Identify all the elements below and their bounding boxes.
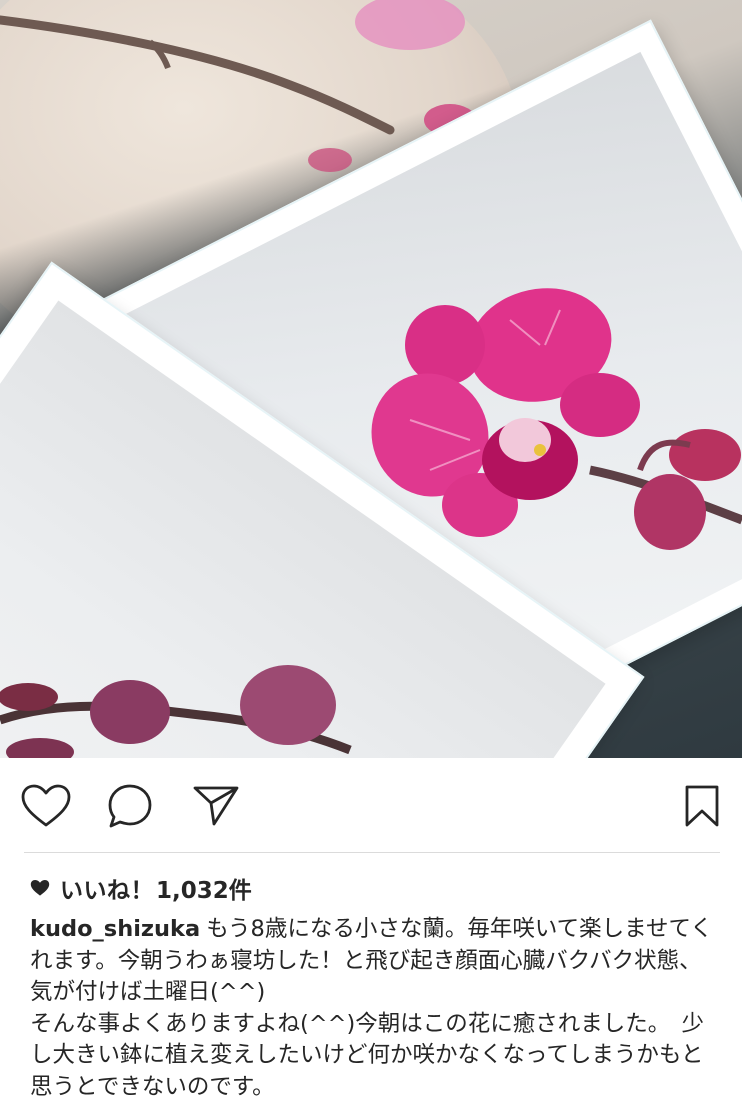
paper-plane-icon[interactable] — [190, 782, 242, 830]
post-photo[interactable] — [0, 0, 742, 758]
bookmark-icon[interactable] — [676, 782, 728, 830]
heart-filled-icon — [30, 879, 50, 897]
comment-bubble-icon[interactable] — [104, 782, 156, 830]
post-caption: kudo_shizuka もう8歳になる小さな蘭。毎年咲いて楽しませてくれます。今… — [30, 914, 720, 1103]
orchid-flower — [0, 288, 742, 758]
action-divider — [24, 852, 720, 853]
likes-row[interactable]: いいね！ 1,032件 — [30, 868, 252, 908]
username-link[interactable]: kudo_shizuka — [30, 916, 200, 942]
caption-paragraph-1: kudo_shizuka もう8歳になる小さな蘭。毎年咲いて楽しませてくれます。今… — [30, 914, 720, 1009]
heart-outline-icon[interactable] — [20, 782, 72, 830]
likes-count: 1,032件 — [156, 878, 252, 904]
likes-label: いいね！ — [60, 878, 154, 904]
post-action-bar — [0, 758, 742, 850]
caption-paragraph-2: そんな事よくありますよね(^^)今朝はこの花に癒されました。 少し大きい鉢に植え… — [30, 1010, 705, 1100]
